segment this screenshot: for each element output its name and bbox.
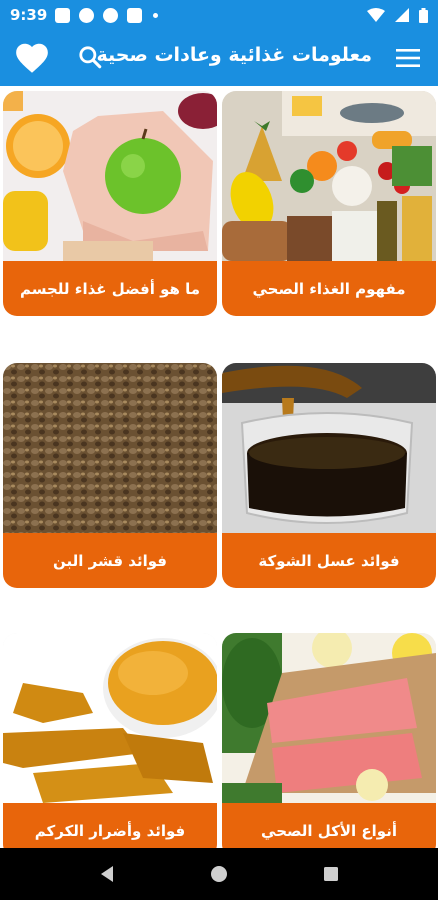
notification-icon (79, 7, 95, 23)
healthy-food-image (222, 91, 436, 261)
topic-card-label: أنواع الأكل الصحي (222, 803, 436, 848)
topic-card[interactable]: أنواع الأكل الصحي (222, 633, 436, 848)
app-title: معلومات غذائية وعادات صحية (96, 44, 372, 66)
topic-card[interactable]: مفهوم الغذاء الصحي (222, 91, 436, 316)
turmeric-image (3, 633, 217, 803)
topic-card[interactable]: ما هو أفضل غذاء للجسم (3, 91, 217, 316)
recents-icon[interactable] (323, 866, 339, 882)
apple-in-hands-image (3, 91, 217, 261)
back-icon[interactable] (99, 865, 115, 883)
signal-icon (395, 8, 409, 22)
topic-card-label: فوائد وأضرار الكركم (3, 803, 217, 848)
topic-card-label: ما هو أفضل غذاء للجسم (3, 261, 217, 316)
home-icon[interactable] (210, 865, 228, 883)
topic-card[interactable]: فوائد وأضرار الكركم (3, 633, 217, 848)
notification-icon (127, 7, 143, 23)
topic-card-label: مفهوم الغذاء الصحي (222, 261, 436, 316)
topic-card-label: فوائد عسل الشوكة (222, 533, 436, 588)
favorites-heart-icon[interactable] (13, 39, 51, 77)
status-time: 9:39 (10, 6, 48, 24)
notification-icon (55, 7, 71, 23)
menu-icon[interactable] (396, 47, 420, 69)
honey-jar-image (222, 363, 436, 533)
more-notifications-icon (153, 12, 159, 18)
salmon-fillets-image (222, 633, 436, 803)
topic-card[interactable]: فوائد عسل الشوكة (222, 363, 436, 588)
status-bar: 9:39 (0, 0, 438, 30)
topic-card-label: فوائد قشر البن (3, 533, 217, 588)
topics-grid: مفهوم الغذاء الصحي ما هو أفضل غذاء للجسم (0, 86, 438, 848)
system-navigation-bar (0, 848, 438, 900)
coffee-husk-image (3, 363, 217, 533)
notification-icon (103, 7, 119, 23)
topic-card[interactable]: فوائد قشر البن (3, 363, 217, 588)
app-bar: معلومات غذائية وعادات صحية (0, 30, 438, 86)
wifi-icon (367, 8, 385, 22)
battery-icon (419, 7, 428, 23)
